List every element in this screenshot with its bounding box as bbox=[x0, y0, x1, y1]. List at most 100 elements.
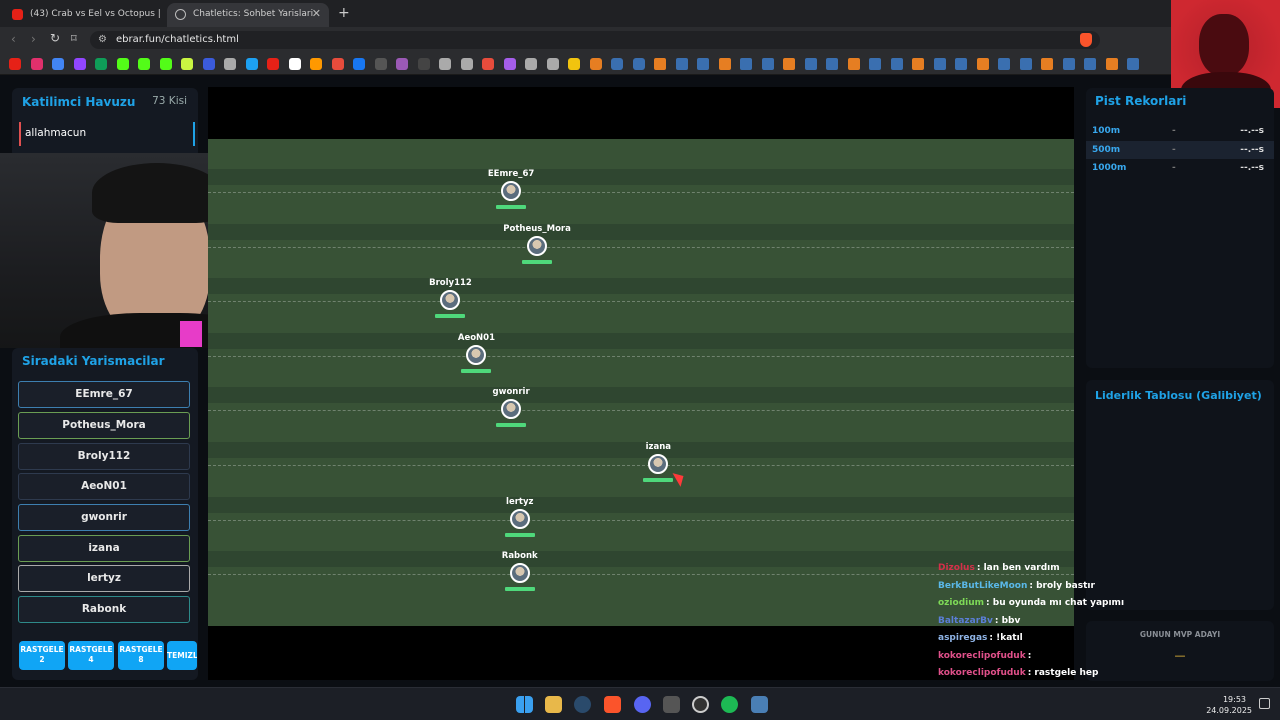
bookmark-icon[interactable] bbox=[245, 58, 258, 70]
app-icon[interactable] bbox=[663, 696, 680, 713]
racer-name: Potheus_Mora bbox=[503, 223, 571, 234]
url-field[interactable]: ⚙ ebrar.fun/chatletics.html bbox=[90, 31, 1100, 49]
discord-icon[interactable] bbox=[634, 696, 651, 713]
new-tab-button[interactable]: + bbox=[338, 5, 350, 21]
queue-item[interactable]: Broly112 bbox=[18, 443, 190, 470]
brave-browser-icon[interactable] bbox=[604, 696, 621, 713]
bookmark-icon[interactable] bbox=[224, 58, 236, 70]
bookmark-icon[interactable] bbox=[525, 58, 537, 70]
bookmark-icon[interactable] bbox=[568, 58, 580, 70]
brave-shield-icon[interactable] bbox=[1080, 33, 1092, 47]
bookmark-icon[interactable] bbox=[546, 58, 559, 70]
chat-separator: : bbox=[1027, 650, 1032, 661]
bookmark-icon[interactable] bbox=[9, 58, 21, 70]
queue-item[interactable]: gwonrir bbox=[18, 504, 190, 531]
bookmark-icon[interactable] bbox=[1105, 58, 1118, 70]
spotify-icon[interactable] bbox=[721, 696, 738, 713]
settings-app-icon[interactable] bbox=[751, 696, 768, 713]
back-icon[interactable]: ‹ bbox=[11, 32, 16, 46]
forward-icon[interactable]: › bbox=[31, 32, 36, 46]
bookmark-icon[interactable] bbox=[654, 58, 666, 70]
bookmark-icon[interactable] bbox=[955, 58, 967, 70]
bookmark-icon[interactable] bbox=[1127, 58, 1139, 70]
bookmark-icon[interactable] bbox=[181, 58, 193, 70]
bookmark-icon[interactable] bbox=[697, 58, 709, 70]
bookmark-icon[interactable] bbox=[1019, 58, 1032, 70]
bookmark-icon[interactable] bbox=[417, 58, 430, 70]
file-explorer-icon[interactable] bbox=[545, 696, 562, 713]
racer-name: izana bbox=[645, 442, 671, 452]
button-number: 4 bbox=[88, 655, 94, 664]
queue-item[interactable]: lertyz bbox=[18, 565, 190, 592]
bookmark-icon[interactable] bbox=[976, 58, 989, 70]
racers-layer: EEmre_67 Potheus_Mora Broly112 AeoN01 gwonri… bbox=[208, 139, 1074, 626]
clear-button[interactable]: TEMIZL bbox=[167, 641, 197, 670]
tab-chatletics[interactable]: Chatletics: Sohbet Yarislari ✕ bbox=[167, 3, 329, 27]
bookmark-icon[interactable] bbox=[52, 58, 64, 70]
obs-icon[interactable] bbox=[692, 696, 709, 713]
queue-item[interactable]: izana bbox=[18, 535, 190, 562]
bookmark-icon[interactable] bbox=[761, 58, 774, 70]
random-4-button[interactable]: RASTGELE 4 bbox=[68, 641, 114, 670]
tab-youtube[interactable]: (43) Crab vs Eel vs Octopus | 4K UHD bbox=[4, 3, 162, 27]
clock-time[interactable]: 19:53 bbox=[1223, 695, 1246, 704]
racer-speed-bar bbox=[461, 368, 492, 373]
bookmarks-bar bbox=[0, 53, 1280, 75]
queue-item[interactable]: AeoN01 bbox=[18, 473, 190, 500]
bookmark-icon[interactable] bbox=[912, 58, 924, 70]
steam-icon[interactable] bbox=[574, 696, 591, 713]
bookmark-icon[interactable] bbox=[869, 58, 881, 70]
chat-message: kokoreclipofuduk: rastgele hep bbox=[938, 668, 1098, 678]
bookmark-icon[interactable] bbox=[374, 58, 387, 70]
bookmark-icon[interactable] bbox=[804, 58, 817, 70]
bookmark-icon[interactable] bbox=[589, 58, 602, 70]
bookmark-icon[interactable] bbox=[611, 58, 623, 70]
bookmark-icon[interactable] bbox=[95, 58, 107, 70]
bookmark-icon[interactable] bbox=[396, 58, 408, 70]
bookmark-icon[interactable] bbox=[503, 58, 516, 70]
bookmark-icon[interactable] bbox=[1062, 58, 1075, 70]
queue-item[interactable]: EEmre_67 bbox=[18, 381, 190, 408]
close-tab-icon[interactable]: ✕ bbox=[312, 3, 321, 25]
bookmark-icon[interactable] bbox=[353, 58, 365, 70]
bookmark-icon[interactable] bbox=[933, 58, 946, 70]
bookmark-icon[interactable] bbox=[1041, 58, 1053, 70]
record-holder: - bbox=[1172, 126, 1176, 136]
bookmark-icon[interactable] bbox=[460, 58, 473, 70]
bookmark-icon[interactable] bbox=[331, 58, 344, 70]
notification-icon[interactable] bbox=[1259, 698, 1270, 709]
bookmark-icon[interactable] bbox=[138, 58, 150, 70]
bookmark-icon[interactable] bbox=[826, 58, 838, 70]
bookmark-icon[interactable] bbox=[675, 58, 688, 70]
bookmark-icon[interactable] bbox=[73, 58, 86, 70]
bookmark-icon[interactable] bbox=[202, 58, 215, 70]
bookmark-icon[interactable] bbox=[740, 58, 752, 70]
random-8-button[interactable]: RASTGELE 8 bbox=[118, 641, 164, 670]
reload-icon[interactable]: ↻ bbox=[50, 31, 60, 45]
bookmark-icon[interactable] bbox=[159, 58, 172, 70]
random-2-button[interactable]: RASTGELE 2 bbox=[19, 641, 65, 670]
racer-avatar bbox=[509, 563, 530, 584]
bookmark-icon[interactable] bbox=[116, 58, 129, 70]
racer-Rabonk: Rabonk bbox=[480, 551, 560, 592]
bookmark-icon[interactable] bbox=[718, 58, 731, 70]
bookmark-icon[interactable] bbox=[439, 58, 451, 70]
record-row: 500m - --.--s bbox=[1086, 141, 1274, 159]
windows-start-icon[interactable] bbox=[516, 696, 533, 713]
bookmark-icon[interactable] bbox=[30, 58, 43, 70]
bookmark-icon[interactable] bbox=[310, 58, 322, 70]
bookmark-icon[interactable] bbox=[847, 58, 860, 70]
bookmark-icon[interactable]: ⌑ bbox=[71, 32, 77, 45]
bookmark-icon[interactable] bbox=[998, 58, 1010, 70]
bookmark-icon[interactable] bbox=[267, 58, 279, 70]
bookmark-icon[interactable] bbox=[288, 58, 301, 70]
bookmark-icon[interactable] bbox=[1084, 58, 1096, 70]
bookmark-icon[interactable] bbox=[482, 58, 494, 70]
clock-date[interactable]: 24.09.2025 bbox=[1206, 706, 1252, 715]
bookmark-icon[interactable] bbox=[783, 58, 795, 70]
bookmark-icon[interactable] bbox=[632, 58, 645, 70]
bookmark-icon[interactable] bbox=[890, 58, 903, 70]
site-info-icon[interactable]: ⚙ bbox=[98, 31, 107, 49]
queue-item[interactable]: Potheus_Mora bbox=[18, 412, 190, 439]
queue-item[interactable]: Rabonk bbox=[18, 596, 190, 623]
